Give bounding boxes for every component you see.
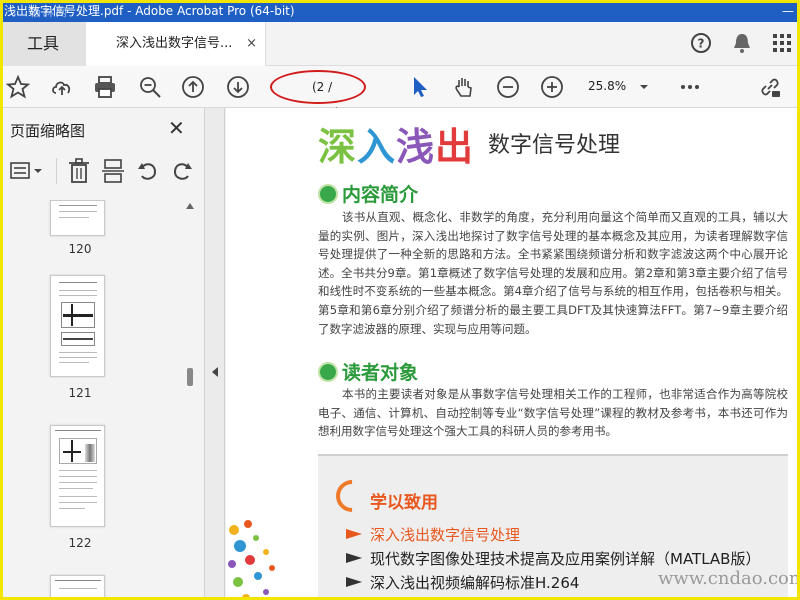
pdf-page: 深入浅出 数字信号处理 内容简介 该书从直观、概念化、非数学的角度，充分利用向量… bbox=[226, 108, 800, 600]
main-toolbar: (2 / 344) 25.8% bbox=[0, 66, 800, 120]
tab-close-icon[interactable]: × bbox=[246, 22, 257, 66]
print-icon[interactable] bbox=[93, 75, 117, 99]
help-icon[interactable]: ? bbox=[690, 32, 712, 54]
svg-text:?: ? bbox=[698, 37, 705, 51]
title-char: 深 bbox=[318, 125, 358, 169]
related-books-heading: 学以致用 bbox=[370, 493, 438, 513]
thumbnail-number: 121 bbox=[68, 386, 92, 400]
related-book-item: 深入浅出视频编解码标准H.264 bbox=[346, 572, 579, 593]
thumbnail-number: 120 bbox=[68, 242, 92, 256]
tab-bar: 工具 深入浅出数字信号... × ? bbox=[0, 22, 800, 66]
title-char: 出 bbox=[435, 125, 475, 169]
panel-splitter[interactable] bbox=[205, 108, 225, 600]
zoom-in-icon[interactable] bbox=[540, 75, 564, 99]
bell-icon[interactable] bbox=[732, 32, 752, 54]
thumbnail-page-123[interactable] bbox=[50, 575, 105, 600]
more-options-icon[interactable] bbox=[678, 75, 702, 99]
title-char: 浅 bbox=[396, 125, 436, 169]
panel-close-icon[interactable]: ✕ bbox=[168, 116, 185, 140]
scrollbar-thumb[interactable] bbox=[187, 368, 193, 386]
zoom-out-icon[interactable] bbox=[496, 75, 520, 99]
title-char: 入 bbox=[357, 125, 397, 169]
decorative-dots bbox=[228, 520, 275, 600]
panel-title: 页面缩略图 bbox=[10, 122, 86, 140]
related-book-item: 深入浅出数字信号处理 bbox=[346, 524, 520, 545]
zoom-level[interactable]: 25.8% bbox=[588, 79, 626, 93]
zoom-dropdown-icon[interactable] bbox=[632, 75, 656, 99]
audience-paragraph: 本书的主要读者对象是从事数字信号处理相关工作的工程师，也非常适合作为高等院校电子… bbox=[318, 387, 788, 439]
thumbnail-page-122[interactable] bbox=[50, 425, 105, 527]
document-viewport[interactable]: 深入浅出 数字信号处理 内容简介 该书从直观、概念化、非数学的角度，充分利用向量… bbox=[226, 108, 800, 600]
summary-paragraph: 该书从直观、概念化、非数学的角度，充分利用向量这个简单而又直观的工具，辅以大量的… bbox=[318, 210, 788, 336]
panel-toolbar-divider bbox=[56, 158, 57, 184]
collapse-panel-icon[interactable] bbox=[210, 366, 220, 378]
select-cursor-icon[interactable] bbox=[408, 75, 432, 99]
upload-cloud-icon[interactable] bbox=[50, 75, 74, 99]
section-heading-audience: 读者对象 bbox=[318, 358, 418, 385]
thumbnail-page-121[interactable] bbox=[50, 275, 105, 377]
previous-page-icon[interactable] bbox=[181, 75, 205, 99]
thumbnail-list: 120 121 122 bbox=[0, 200, 182, 600]
scroll-up-icon[interactable] bbox=[185, 202, 195, 210]
thumbnail-scrollbar[interactable] bbox=[184, 200, 196, 600]
signal-waves-icon bbox=[329, 473, 375, 519]
tab-tools[interactable]: 工具 bbox=[0, 22, 86, 66]
apps-grid-icon[interactable] bbox=[772, 33, 792, 53]
site-watermark: www.cndao.com bbox=[658, 568, 800, 589]
cover-title: 深入浅出 bbox=[318, 116, 474, 171]
link-share-icon[interactable] bbox=[758, 75, 782, 99]
tab-document[interactable]: 深入浅出数字信号... × bbox=[86, 22, 266, 66]
tab-bar-right: ? bbox=[690, 32, 792, 54]
bookmark-star-icon[interactable] bbox=[6, 75, 30, 99]
extract-pages-icon[interactable] bbox=[102, 158, 124, 184]
tab-document-label: 深入浅出数字信号... bbox=[116, 36, 233, 51]
watermark-logo: 佰林网 bbox=[30, 6, 69, 19]
panel-toolbar bbox=[0, 154, 205, 190]
related-book-item: 现代数字图像处理技术提高及应用案例详解（MATLAB版） bbox=[346, 548, 760, 569]
cover-subtitle: 数字信号处理 bbox=[488, 133, 621, 158]
rotate-left-icon[interactable] bbox=[136, 159, 160, 183]
next-page-icon[interactable] bbox=[226, 75, 250, 99]
red-highlight-oval bbox=[270, 70, 366, 104]
zoom-out-magnifier-icon[interactable] bbox=[138, 75, 162, 99]
thumbnail-number: 122 bbox=[68, 536, 92, 550]
section-heading-summary: 内容简介 bbox=[318, 180, 418, 207]
delete-trash-icon[interactable] bbox=[68, 158, 90, 184]
rotate-right-icon[interactable] bbox=[170, 159, 194, 183]
hand-tool-icon[interactable] bbox=[452, 75, 476, 99]
window-titlebar: 浅出数字信号处理.pdf - Adobe Acrobat Pro (64-bit… bbox=[0, 0, 800, 22]
options-menu-icon[interactable] bbox=[10, 160, 44, 182]
thumbnails-panel: 页面缩略图 ✕ 120 121 122 bbox=[0, 108, 205, 600]
thumbnail-page-120[interactable] bbox=[50, 200, 105, 236]
window-controls: — bbox=[782, 0, 794, 22]
minimize-icon[interactable]: — bbox=[782, 0, 794, 22]
